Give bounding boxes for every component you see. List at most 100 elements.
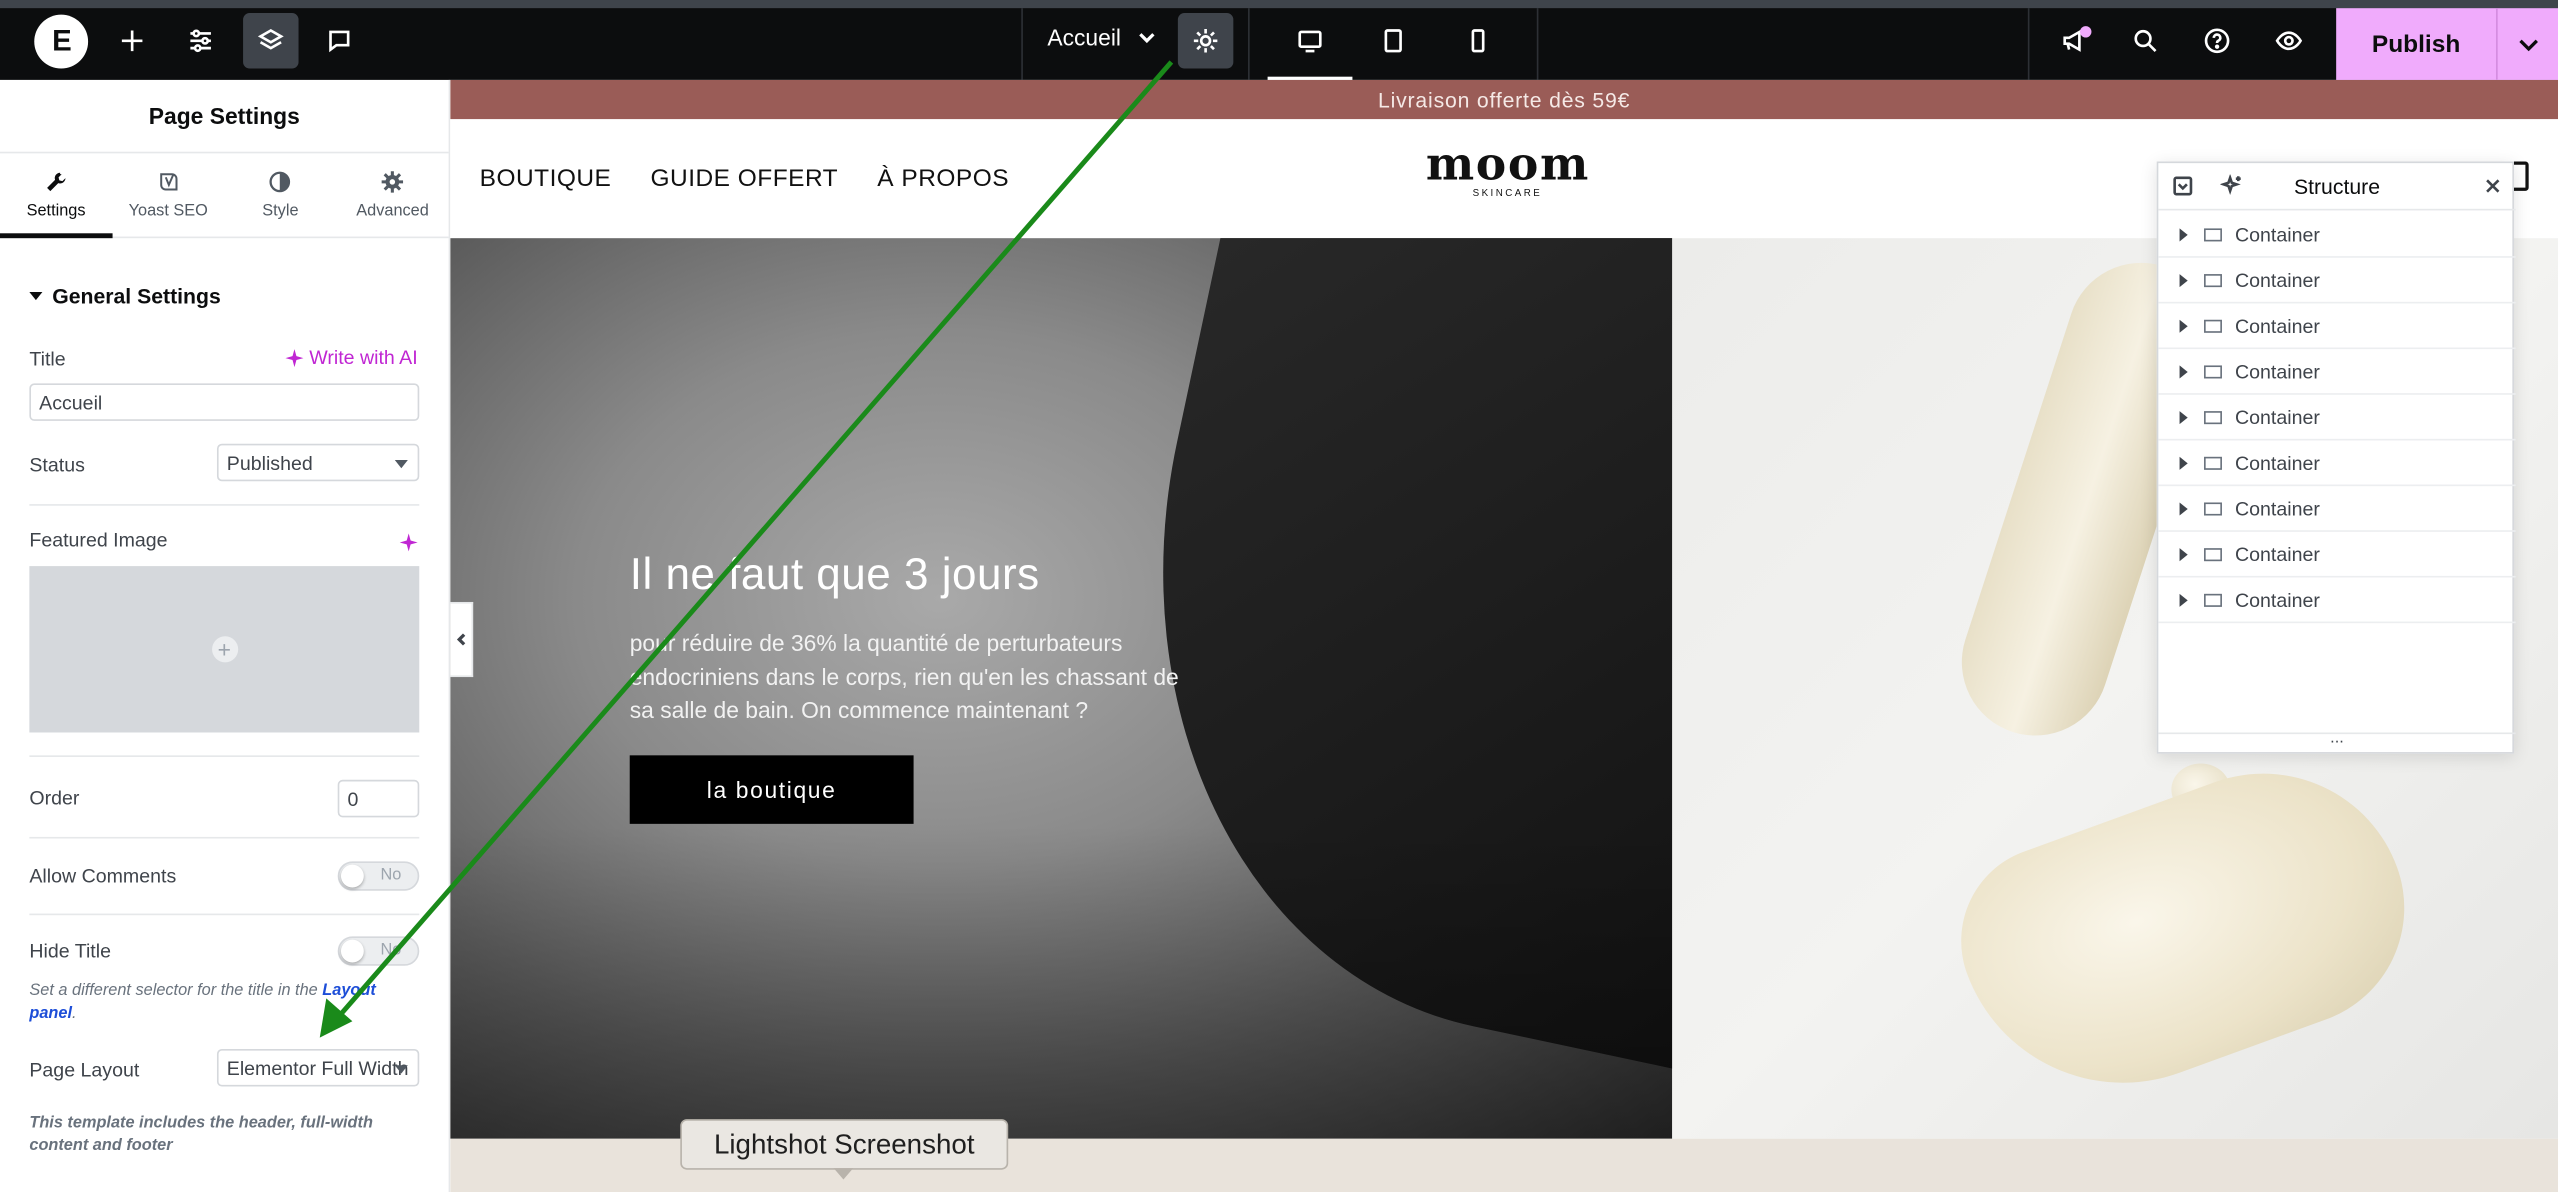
divider bbox=[29, 836, 420, 839]
add-element-button[interactable] bbox=[104, 13, 159, 68]
whats-new-button[interactable] bbox=[2046, 13, 2101, 68]
tab-advanced[interactable]: Advanced bbox=[336, 153, 448, 236]
page-layout-select[interactable]: Elementor Full Width bbox=[216, 1048, 420, 1087]
tab-settings[interactable]: Settings bbox=[0, 153, 112, 239]
structure-button[interactable] bbox=[243, 13, 299, 69]
site-settings-button[interactable] bbox=[173, 13, 228, 68]
publish-group: Publish bbox=[2336, 8, 2558, 80]
expand-icon bbox=[2179, 273, 2188, 287]
expand-icon bbox=[2179, 455, 2188, 470]
tab-style[interactable]: Style bbox=[224, 153, 336, 236]
expand-icon bbox=[2179, 547, 2188, 561]
structure-item[interactable]: Container bbox=[2158, 258, 2516, 304]
page-name: Accueil bbox=[1047, 24, 1122, 51]
container-icon bbox=[2204, 410, 2222, 424]
eye-icon bbox=[2275, 31, 2303, 51]
structure-item[interactable]: Container bbox=[2158, 395, 2516, 441]
search-button[interactable] bbox=[2118, 13, 2173, 68]
structure-item[interactable]: Container bbox=[2158, 303, 2516, 350]
caret-down-icon bbox=[29, 292, 43, 301]
search-icon bbox=[2134, 29, 2157, 52]
divider bbox=[29, 755, 420, 757]
editor-topbar: E Accueil Publish bbox=[0, 0, 2558, 80]
divider bbox=[1021, 8, 1023, 80]
divider bbox=[2027, 8, 2030, 80]
gear-icon bbox=[1193, 29, 1218, 53]
general-settings-toggle[interactable]: General Settings bbox=[29, 283, 221, 309]
toggle-knob bbox=[340, 939, 364, 963]
hide-title-toggle[interactable]: No bbox=[337, 936, 420, 966]
structure-resize-handle[interactable]: ... bbox=[2158, 730, 2516, 752]
help-icon bbox=[2204, 28, 2230, 54]
section-title: General Settings bbox=[52, 283, 221, 309]
chevron-down-icon bbox=[1139, 33, 1155, 44]
tablet-icon bbox=[1384, 29, 1402, 53]
hero-body: pour réduire de 36% la quantité de pertu… bbox=[629, 629, 1179, 723]
device-desktop-button[interactable] bbox=[1282, 13, 1337, 68]
sliders-icon bbox=[190, 29, 211, 53]
page-layout-label: Page Layout bbox=[29, 1058, 140, 1082]
tab-label: Advanced bbox=[356, 202, 429, 221]
lightshot-tooltip: Lightshot Screenshot bbox=[680, 1119, 1009, 1180]
container-icon bbox=[2204, 364, 2222, 378]
device-tablet-button[interactable] bbox=[1365, 13, 1420, 68]
featured-image-picker[interactable]: + bbox=[29, 566, 420, 733]
gear-icon bbox=[381, 171, 404, 193]
desktop-icon bbox=[1298, 30, 1322, 53]
publish-options-button[interactable] bbox=[2498, 8, 2558, 80]
chevron-left-icon bbox=[456, 633, 465, 646]
allow-comments-toggle[interactable]: No bbox=[337, 861, 420, 891]
mobile-icon bbox=[1471, 29, 1485, 53]
page-layout-help: This template includes the header, full-… bbox=[29, 1114, 373, 1156]
wrench-icon bbox=[46, 172, 66, 192]
close-icon bbox=[2486, 179, 2500, 193]
expand-icon bbox=[2179, 501, 2188, 515]
status-select[interactable]: Published bbox=[216, 443, 420, 482]
publish-button[interactable]: Publish bbox=[2336, 8, 2496, 80]
page-selector[interactable]: Accueil bbox=[1047, 24, 1157, 51]
close-structure-button[interactable] bbox=[2481, 175, 2504, 198]
nav-guide-offert[interactable]: GUIDE OFFERT bbox=[651, 165, 839, 193]
ai-sparkle-icon bbox=[284, 348, 303, 367]
toggle-knob bbox=[340, 864, 364, 888]
preview-button[interactable] bbox=[2261, 13, 2316, 68]
ai-sparkle-icon bbox=[399, 533, 418, 552]
nav-a-propos[interactable]: À PROPOS bbox=[877, 165, 1009, 193]
structure-item[interactable]: Container bbox=[2158, 349, 2516, 395]
expand-icon bbox=[2179, 410, 2188, 424]
yoast-icon bbox=[159, 173, 177, 191]
title-label: Title bbox=[29, 347, 66, 371]
structure-item[interactable]: Container bbox=[2158, 578, 2516, 624]
comment-icon bbox=[329, 30, 350, 53]
panel-tabs: Settings Yoast SEO Style Advanced bbox=[0, 153, 449, 239]
notes-button[interactable] bbox=[312, 13, 367, 68]
container-icon bbox=[2204, 593, 2222, 607]
tab-yoast-seo[interactable]: Yoast SEO bbox=[112, 153, 224, 236]
order-input[interactable]: 0 bbox=[337, 779, 420, 818]
structure-item[interactable]: Container bbox=[2158, 212, 2516, 258]
hero-title: Il ne faut que 3 jours bbox=[629, 549, 1040, 599]
shop-button[interactable]: la boutique bbox=[629, 755, 914, 824]
help-button[interactable] bbox=[2189, 13, 2244, 68]
elementor-logo[interactable]: E bbox=[34, 14, 89, 69]
chevron-down-icon bbox=[2518, 39, 2538, 52]
expand-icon bbox=[2179, 318, 2188, 332]
layers-icon bbox=[257, 28, 284, 50]
site-logo[interactable]: moom SKINCARE bbox=[1426, 141, 1589, 199]
structure-item[interactable]: Container bbox=[2158, 532, 2516, 578]
structure-item[interactable]: Container bbox=[2158, 486, 2516, 532]
plus-icon bbox=[121, 30, 143, 52]
nav-boutique[interactable]: BOUTIQUE bbox=[480, 165, 612, 193]
title-input[interactable]: Accueil bbox=[29, 383, 420, 421]
featured-image-ai-button[interactable] bbox=[399, 530, 418, 559]
structure-item[interactable]: Container bbox=[2158, 440, 2516, 487]
write-with-ai-button[interactable]: Write with AI bbox=[284, 346, 418, 369]
device-mobile-button[interactable] bbox=[1450, 13, 1505, 68]
collapse-panel-button[interactable] bbox=[450, 601, 474, 678]
page-settings-panel: Page Settings Settings Yoast SEO Style A… bbox=[0, 79, 451, 1192]
allow-comments-label: Allow Comments bbox=[29, 864, 177, 888]
add-image-icon: + bbox=[211, 636, 238, 663]
container-icon bbox=[2204, 318, 2222, 332]
divider bbox=[29, 913, 420, 916]
page-settings-button[interactable] bbox=[1177, 13, 1234, 69]
